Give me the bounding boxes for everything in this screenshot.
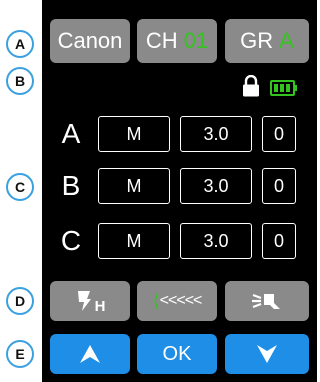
- callout-d: D: [6, 287, 34, 315]
- arrows-label: <<<<<: [159, 292, 203, 309]
- chevron-up-icon: [80, 345, 100, 363]
- brand-button[interactable]: Canon: [50, 19, 130, 63]
- high-speed-sync-button[interactable]: H: [50, 281, 130, 321]
- brand-label: Canon: [57, 28, 123, 53]
- callout-e: E: [6, 340, 34, 368]
- group-a-comp[interactable]: 0: [262, 116, 296, 152]
- high-speed-sync-icon: [77, 291, 91, 311]
- test-fire-button[interactable]: ⟨ <<<<<: [137, 281, 217, 321]
- channel-label: CH: [145, 28, 178, 53]
- battery-full-icon: [270, 80, 297, 96]
- callout-b: B: [6, 67, 34, 95]
- group-a-mode[interactable]: M: [98, 116, 170, 152]
- group-a-power[interactable]: 3.0: [180, 116, 252, 152]
- channel-button[interactable]: CH 01: [137, 19, 217, 63]
- hss-subscript: H: [94, 297, 106, 315]
- group-value: A: [279, 28, 294, 53]
- group-c-power[interactable]: 3.0: [180, 223, 252, 259]
- callout-a: A: [6, 30, 34, 58]
- group-label: GR: [240, 28, 274, 53]
- modeling-light-button[interactable]: [225, 281, 309, 321]
- lock-icon: [243, 75, 259, 97]
- group-label-b: B: [61, 170, 81, 201]
- arrow-glyph-green: ⟨: [152, 290, 160, 311]
- ok-button[interactable]: OK: [137, 334, 217, 374]
- group-c-mode[interactable]: M: [98, 223, 170, 259]
- channel-value: 01: [183, 28, 209, 53]
- modeling-light-icon: [252, 293, 280, 309]
- group-b-mode[interactable]: M: [98, 168, 170, 204]
- down-button[interactable]: [225, 334, 309, 374]
- group-label-a: A: [61, 118, 81, 149]
- group-button[interactable]: GR A: [225, 19, 309, 63]
- group-c-comp[interactable]: 0: [262, 223, 296, 259]
- chevron-down-icon: [257, 345, 277, 363]
- callout-c: C: [6, 173, 34, 201]
- up-button[interactable]: [50, 334, 130, 374]
- group-b-comp[interactable]: 0: [262, 168, 296, 204]
- group-label-c: C: [60, 225, 82, 256]
- ok-label: OK: [162, 342, 192, 365]
- group-b-power[interactable]: 3.0: [180, 168, 252, 204]
